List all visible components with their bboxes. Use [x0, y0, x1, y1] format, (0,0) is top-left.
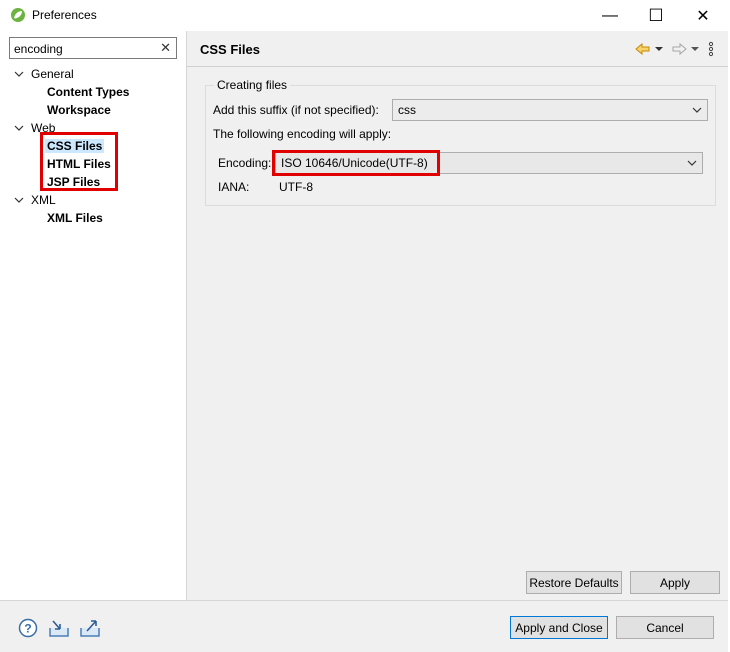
dialog-button-bar: ? Apply and Close Cancel [0, 600, 728, 652]
red-highlight-box [40, 132, 118, 191]
import-icon[interactable] [48, 618, 70, 638]
tree-label-general: General [31, 67, 74, 81]
restore-defaults-button[interactable]: Restore Defaults [526, 571, 622, 594]
creating-files-group: Creating files Add this suffix (if not s… [205, 78, 716, 206]
window-title: Preferences [32, 8, 97, 22]
preference-tree-pane: ✕ General Content Types Workspace Web CS… [0, 31, 187, 600]
view-menu-icon[interactable] [708, 41, 714, 57]
chevron-down-icon[interactable] [14, 69, 24, 79]
clear-filter-icon[interactable]: ✕ [160, 40, 171, 56]
preferences-window: Preferences — ☐ ✕ ✕ General Content Type… [0, 0, 728, 652]
group-legend: Creating files [214, 78, 291, 92]
forward-menu-icon[interactable] [690, 41, 700, 57]
close-button[interactable]: ✕ [680, 0, 726, 31]
export-icon[interactable] [79, 618, 101, 638]
red-highlight-box [272, 150, 440, 176]
tree-item-content-types[interactable]: Content Types [47, 83, 129, 101]
page-title: CSS Files [200, 42, 260, 57]
chevron-down-icon[interactable] [14, 195, 24, 205]
chevron-down-icon[interactable] [14, 123, 24, 133]
cancel-button[interactable]: Cancel [616, 616, 714, 639]
apply-and-close-button[interactable]: Apply and Close [510, 616, 608, 639]
preference-page: CSS Files Creating files Add this suffix… [187, 31, 728, 600]
back-menu-icon[interactable] [654, 41, 664, 57]
tree-label-xml-files: XML Files [47, 211, 103, 225]
tree-item-xml-files[interactable]: XML Files [47, 209, 103, 227]
back-arrow-icon[interactable] [634, 41, 652, 57]
title-bar: Preferences — ☐ ✕ [0, 0, 728, 31]
suffix-dropdown[interactable]: css [392, 99, 708, 121]
maximize-button[interactable]: ☐ [633, 0, 679, 31]
apply-button[interactable]: Apply [630, 571, 720, 594]
forward-arrow-icon[interactable] [670, 41, 688, 57]
tree-label-xml: XML [31, 193, 56, 207]
svg-text:?: ? [24, 622, 31, 636]
tree-item-workspace[interactable]: Workspace [47, 101, 111, 119]
help-icon[interactable]: ? [17, 618, 39, 638]
filter-field[interactable]: ✕ [9, 37, 177, 59]
iana-value: UTF-8 [279, 180, 313, 194]
encoding-intro-label: The following encoding will apply: [213, 127, 392, 141]
suffix-label: Add this suffix (if not specified): [213, 103, 379, 117]
page-header: CSS Files [187, 31, 728, 67]
tree-label-content-types: Content Types [47, 85, 130, 99]
tree-label-workspace: Workspace [47, 103, 111, 117]
page-navigation [634, 41, 714, 57]
minimize-button[interactable]: — [587, 0, 633, 31]
spring-leaf-icon [11, 8, 25, 22]
suffix-value: css [398, 103, 416, 117]
chevron-down-icon [692, 107, 702, 113]
tree-item-general[interactable]: General [14, 65, 74, 83]
filter-input[interactable] [14, 41, 154, 56]
tree-item-xml[interactable]: XML [14, 191, 56, 209]
chevron-down-icon [687, 160, 697, 166]
encoding-label: Encoding: [218, 156, 272, 170]
iana-label: IANA: [218, 180, 250, 194]
